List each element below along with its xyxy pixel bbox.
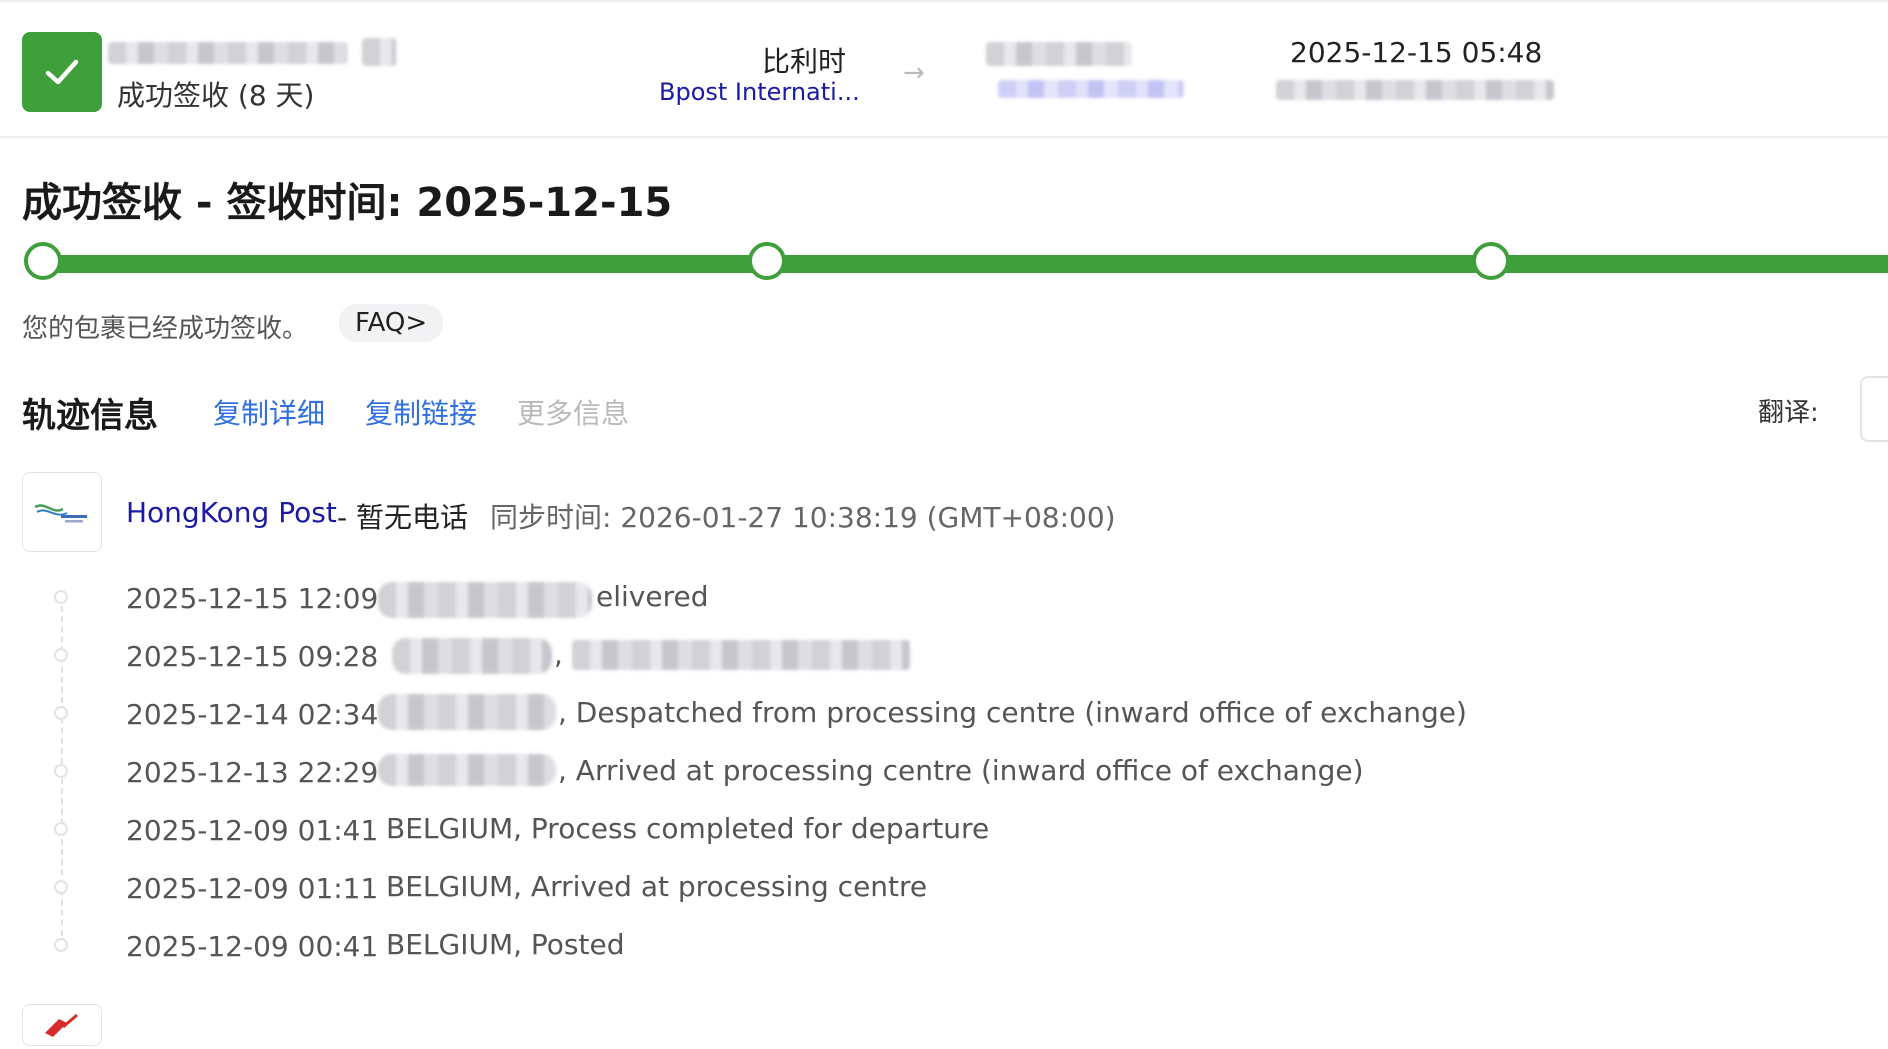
hongkong-post-logo [22,472,102,552]
next-carrier-logo [22,1004,102,1046]
event-location-redacted [392,638,552,674]
event-time: 2025-12-13 22:29 [126,756,379,789]
event-time: 2025-12-09 01:11 [126,872,379,905]
progress-step-dot [748,242,786,280]
sync-time: 同步时间: 2026-01-27 10:38:19 (GMT+08:00) [490,501,1116,534]
timeline-dot [54,880,68,894]
delivery-summary-title: 成功签收 - 签收时间: 2025-12-15 [22,180,673,226]
timeline-dot [54,706,68,720]
tracking-section-title: 轨迹信息 [22,396,158,436]
translate-label: 翻译: [1758,398,1819,428]
progress-bar [44,255,1888,273]
more-info-link[interactable]: 更多信息 [517,392,629,432]
event-description: , [554,638,563,671]
translate-select[interactable] [1860,376,1888,442]
event-description: , Arrived at processing centre (inward o… [558,754,1364,787]
event-time: 2025-12-14 02:34 [126,698,379,731]
redacted-block [362,38,396,66]
timeline-dot [54,764,68,778]
tracking-number-redacted [108,42,348,64]
destination-country-redacted [986,42,1132,66]
carrier-phone: - 暂无电话 [337,501,469,534]
shipment-header: 成功签收 (8 天) 比利时 Bpost Internati... → 2025… [0,0,1888,138]
delivered-check-icon [22,32,102,112]
event-time: 2025-12-09 01:41 [126,814,379,847]
delivery-status-text: 成功签收 (8 天) [117,79,315,112]
timeline-dot [54,590,68,604]
origin-carrier-link[interactable]: Bpost Internati... [659,78,860,106]
origin-country: 比利时 [762,45,847,78]
faq-button[interactable]: FAQ> [339,304,444,342]
event-description: BELGIUM, Posted [386,928,625,961]
event-description: , Despatched from processing centre (inw… [558,696,1467,729]
destination-carrier-redacted[interactable] [998,80,1184,98]
progress-step-dot [24,242,62,280]
latest-event-time: 2025-12-15 05:48 [1290,36,1543,69]
event-location-redacted [378,694,556,730]
event-description: elivered [596,580,709,613]
event-time: 2025-12-09 00:41 [126,930,379,963]
delivery-message: 您的包裹已经成功签收。 [22,314,309,344]
event-description: BELGIUM, Arrived at processing centre [386,870,928,903]
event-location-redacted [378,582,592,618]
event-location-redacted [378,754,556,786]
latest-event-desc-redacted [1276,80,1554,100]
event-time: 2025-12-15 12:09 [126,582,379,615]
timeline-dot [54,822,68,836]
route-arrow-icon: → [903,58,925,88]
timeline-dot [54,938,68,952]
progress-step-dot [1472,242,1510,280]
event-time: 2025-12-15 09:28 [126,640,379,673]
event-description: BELGIUM, Process completed for departure [386,812,990,845]
timeline-dot [54,648,68,662]
carrier-name-link[interactable]: HongKong Post [126,496,337,529]
copy-details-link[interactable]: 复制详细 [213,392,325,432]
copy-link-link[interactable]: 复制链接 [365,392,477,432]
event-desc-redacted [572,640,910,670]
